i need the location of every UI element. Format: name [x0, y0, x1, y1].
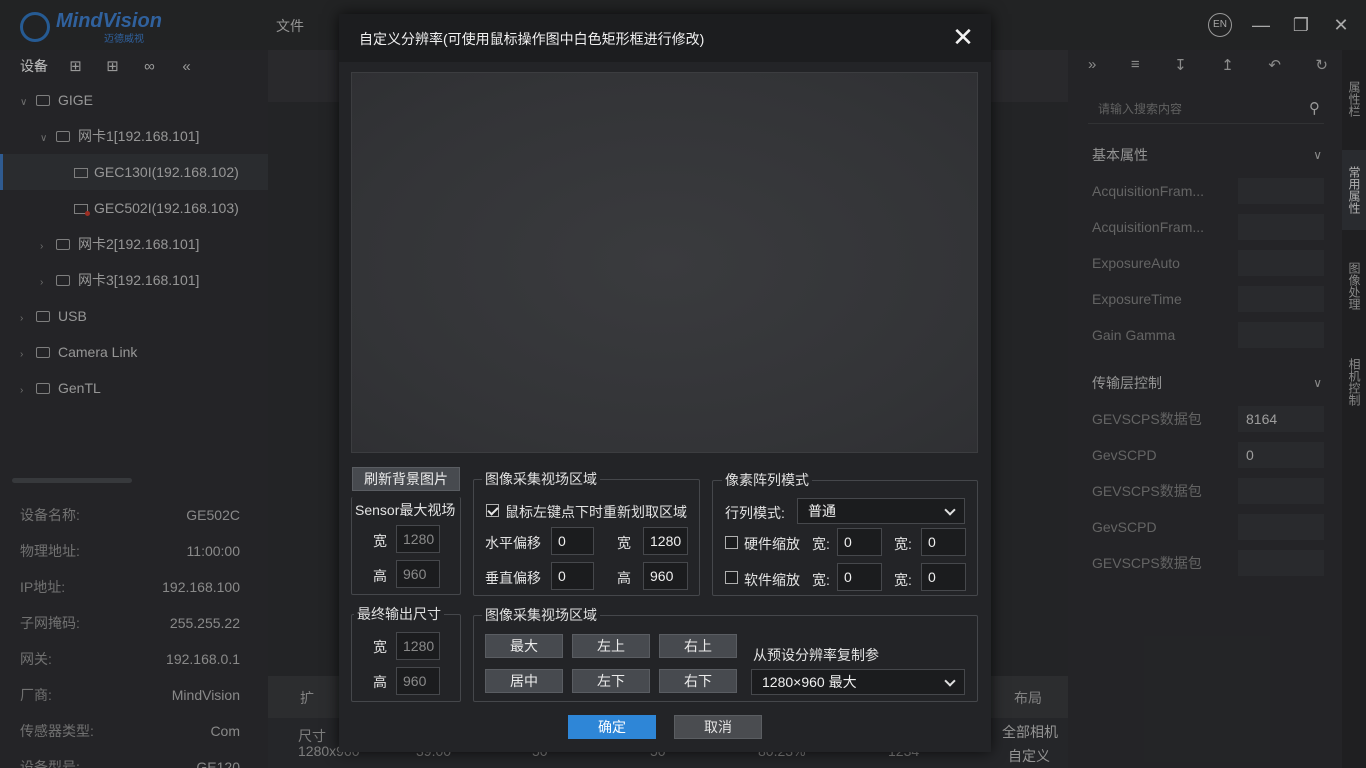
pixel-array-title: 像素阵列模式: [722, 472, 812, 488]
output-height-field: 960: [396, 667, 440, 695]
sw-scale-w-label: 宽:: [812, 572, 830, 588]
hw-scale-w-label: 宽:: [812, 536, 830, 552]
roi-preview-canvas[interactable]: [351, 72, 978, 453]
sensor-width-label: 宽: [373, 533, 387, 549]
custom-resolution-dialog: 自定义分辨率(可使用鼠标操作图中白色矩形框进行修改) ✕ 刷新背景图片 Sens…: [339, 14, 991, 752]
top-right-button[interactable]: 右上: [659, 634, 737, 658]
roi-width-field[interactable]: 1280: [643, 527, 688, 555]
sw-scale-label[interactable]: 软件缩放: [744, 570, 800, 590]
sensor-max-title: Sensor最大视场: [355, 502, 456, 518]
sensor-max-group: Sensor最大视场 宽 1280 高 960: [351, 497, 461, 595]
hw-scale-w-field[interactable]: 0: [837, 528, 882, 556]
rowcol-mode-value: 普通: [808, 503, 836, 519]
sw-scale-h-label: 宽:: [894, 572, 912, 588]
refresh-background-button[interactable]: 刷新背景图片: [352, 467, 460, 491]
hw-scale-h-label: 宽:: [894, 536, 912, 552]
rowcol-mode-select[interactable]: 普通: [797, 498, 965, 524]
output-size-group: 最终输出尺寸 宽 1280 高 960: [351, 606, 461, 702]
roi-group: 图像采集视场区域 鼠标左键点下时重新划取区域 水平偏移 0 宽 1280 垂直偏…: [473, 471, 700, 596]
close-icon[interactable]: ✕: [949, 24, 977, 52]
sw-scale-checkbox[interactable]: [725, 571, 738, 584]
chevron-down-icon: [944, 675, 956, 687]
sw-scale-h-field[interactable]: 0: [921, 563, 966, 591]
bottom-right-button[interactable]: 右下: [659, 669, 737, 693]
sensor-height-label: 高: [373, 568, 387, 584]
hw-scale-h-field[interactable]: 0: [921, 528, 966, 556]
sensor-height-field: 960: [396, 560, 440, 588]
top-left-button[interactable]: 左上: [572, 634, 650, 658]
preset-resolution-select[interactable]: 1280×960 最大: [751, 669, 965, 695]
redraw-roi-checkbox[interactable]: [486, 504, 499, 517]
redraw-roi-label[interactable]: 鼠标左键点下时重新划取区域: [505, 502, 687, 522]
max-button[interactable]: 最大: [485, 634, 563, 658]
v-offset-label: 垂直偏移: [485, 570, 541, 586]
chevron-down-icon: [944, 504, 956, 516]
h-offset-label: 水平偏移: [485, 535, 541, 551]
ok-button[interactable]: 确定: [568, 715, 656, 739]
copy-preset-label: 从预设分辨率复制参: [753, 647, 879, 663]
roi-group-title: 图像采集视场区域: [482, 471, 600, 487]
v-offset-field[interactable]: 0: [551, 562, 594, 590]
dialog-title-bar: 自定义分辨率(可使用鼠标操作图中白色矩形框进行修改) ✕: [339, 14, 991, 62]
roi-height-label: 高: [617, 570, 631, 586]
dialog-title: 自定义分辨率(可使用鼠标操作图中白色矩形框进行修改): [359, 31, 705, 47]
preset-region-title: 图像采集视场区域: [482, 607, 600, 623]
preset-resolution-value: 1280×960 最大: [762, 674, 857, 690]
center-button[interactable]: 居中: [485, 669, 563, 693]
cancel-button[interactable]: 取消: [674, 715, 762, 739]
roi-width-label: 宽: [617, 535, 631, 551]
sw-scale-w-field[interactable]: 0: [837, 563, 882, 591]
rowcol-mode-label: 行列模式:: [725, 505, 785, 521]
roi-height-field[interactable]: 960: [643, 562, 688, 590]
h-offset-field[interactable]: 0: [551, 527, 594, 555]
preset-region-group: 图像采集视场区域 最大 左上 右上 居中 左下 右下 从预设分辨率复制参 128…: [473, 607, 978, 702]
pixel-array-group: 像素阵列模式 行列模式: 普通 硬件缩放 宽: 0 宽: 0 软件缩放 宽: 0…: [712, 472, 978, 596]
hw-scale-checkbox[interactable]: [725, 536, 738, 549]
sensor-width-field: 1280: [396, 525, 440, 553]
output-height-label: 高: [373, 674, 387, 690]
output-size-title: 最终输出尺寸: [354, 606, 444, 622]
hw-scale-label[interactable]: 硬件缩放: [744, 534, 800, 554]
output-width-field: 1280: [396, 632, 440, 660]
output-width-label: 宽: [373, 639, 387, 655]
bottom-left-button[interactable]: 左下: [572, 669, 650, 693]
